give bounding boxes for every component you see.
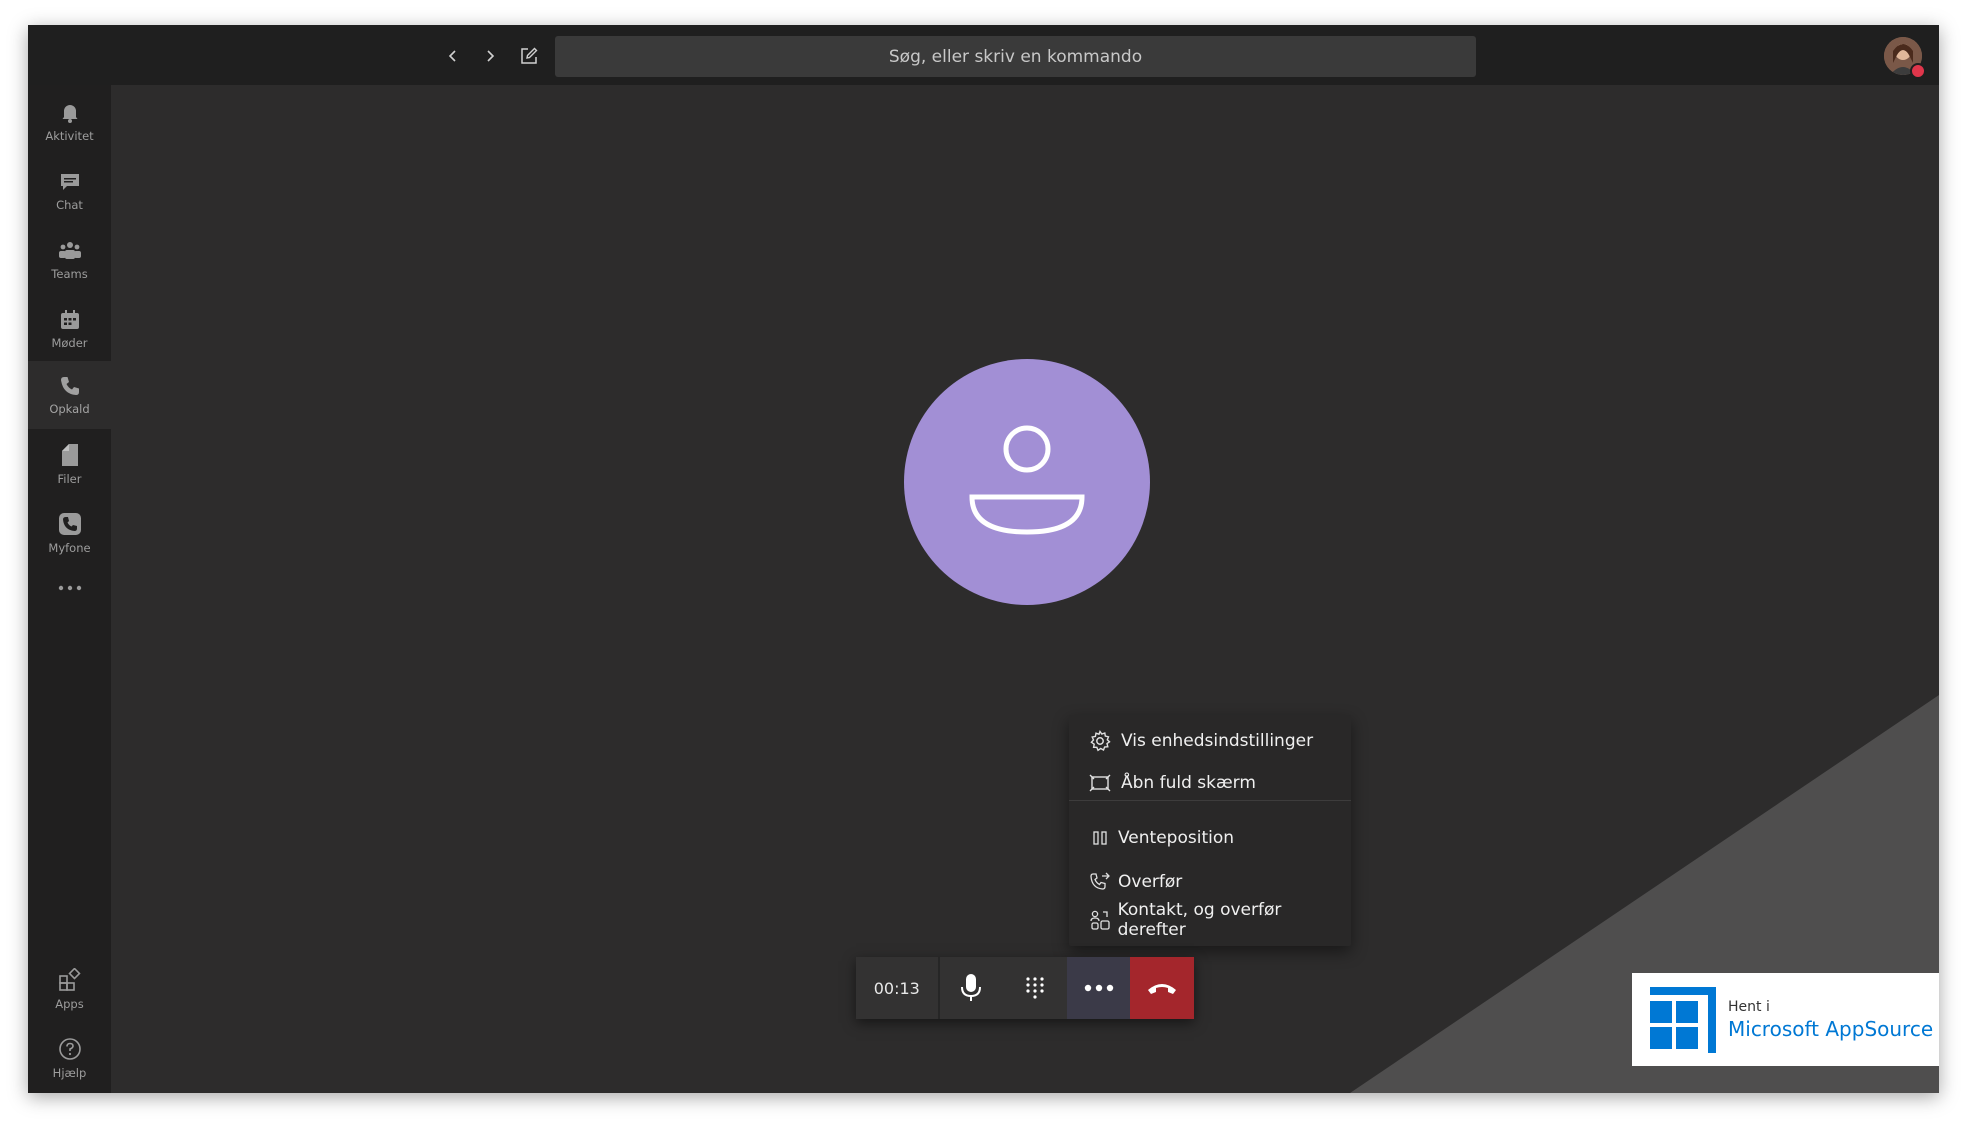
appsource-title: Microsoft AppSource xyxy=(1728,1016,1934,1041)
file-icon xyxy=(61,443,78,466)
transfer-icon xyxy=(1088,870,1112,894)
hang-up-icon xyxy=(1148,984,1177,994)
apps-icon xyxy=(58,967,81,991)
menu-item-device-settings[interactable]: Vis enhedsindstillinger xyxy=(1069,723,1351,759)
more-options-button[interactable] xyxy=(1066,957,1131,1019)
rail-label: Opkald xyxy=(49,401,90,416)
compose-icon xyxy=(521,47,538,64)
chevron-right-icon xyxy=(487,50,495,62)
gear-icon xyxy=(1088,729,1112,753)
rail-label: Filer xyxy=(57,471,82,486)
phone-icon xyxy=(60,376,79,395)
rail-label: Apps xyxy=(55,996,84,1011)
rail-item-filer[interactable]: Filer xyxy=(28,430,111,498)
chat-icon xyxy=(60,173,79,190)
menu-item-label: Venteposition xyxy=(1118,828,1235,848)
more-apps-button[interactable] xyxy=(28,568,111,608)
rail-label: Hjælp xyxy=(52,1065,87,1080)
back-button[interactable] xyxy=(438,41,468,71)
rail-item-help[interactable]: Hjælp xyxy=(28,1024,111,1092)
teams-window: Aktivitet Chat Teams Møder Opkald Filer … xyxy=(28,25,1939,1093)
menu-item-transfer[interactable]: Overfør xyxy=(1069,864,1351,900)
myfone-icon xyxy=(58,512,81,535)
menu-divider xyxy=(1069,800,1351,801)
ellipsis-icon xyxy=(58,585,81,591)
rail-label: Aktivitet xyxy=(45,128,94,143)
rail-item-opkald[interactable]: Opkald xyxy=(28,361,111,429)
rail-label: Møder xyxy=(51,335,88,350)
menu-item-label: Overfør xyxy=(1118,872,1183,892)
chevron-left-icon xyxy=(448,50,456,62)
call-more-menu: Vis enhedsindstillinger Åbn fuld skærm V… xyxy=(1069,715,1351,946)
consult-transfer-icon xyxy=(1088,908,1112,932)
mute-button[interactable] xyxy=(940,957,1004,1019)
hang-up-button[interactable] xyxy=(1130,957,1195,1019)
rail-label: Myfone xyxy=(48,540,91,555)
appsource-text: Hent i Microsoft AppSource xyxy=(1728,999,1933,1041)
rail-item-apps[interactable]: Apps xyxy=(28,955,111,1023)
dialpad-button[interactable] xyxy=(1003,957,1067,1019)
search-input[interactable] xyxy=(555,36,1476,77)
rail-item-chat[interactable]: Chat xyxy=(28,157,111,225)
rail-item-teams[interactable]: Teams xyxy=(28,226,111,294)
appsource-badge[interactable]: Hent i Microsoft AppSource xyxy=(1632,973,1939,1066)
rail-label: Chat xyxy=(56,197,83,212)
calendar-icon xyxy=(60,309,79,329)
bell-icon xyxy=(62,104,77,123)
menu-item-fullscreen[interactable]: Åbn fuld skærm xyxy=(1069,765,1351,801)
rail-item-moder[interactable]: Møder xyxy=(28,295,111,363)
menu-item-label: Åbn fuld skærm xyxy=(1121,773,1256,793)
dialpad-icon xyxy=(1026,977,1044,999)
menu-item-hold[interactable]: Venteposition xyxy=(1069,820,1351,856)
appsource-logo-icon xyxy=(1650,986,1716,1053)
help-icon xyxy=(58,1037,81,1060)
app-rail: Aktivitet Chat Teams Møder Opkald Filer … xyxy=(28,85,111,1093)
menu-item-label: Vis enhedsindstillinger xyxy=(1121,731,1314,751)
call-controls: 00:13 xyxy=(856,957,1195,1019)
person-icon xyxy=(969,425,1085,535)
presence-badge xyxy=(1910,63,1926,79)
rail-label: Teams xyxy=(51,266,88,281)
top-bar xyxy=(28,25,1939,85)
caller-avatar xyxy=(904,359,1150,605)
menu-item-label: Kontakt, og overfør derefter xyxy=(1117,900,1282,940)
rail-item-aktivitet[interactable]: Aktivitet xyxy=(28,88,111,156)
fullscreen-icon xyxy=(1088,771,1112,795)
rail-item-myfone[interactable]: Myfone xyxy=(28,499,111,567)
ellipsis-icon xyxy=(1084,984,1113,992)
pause-icon xyxy=(1088,826,1112,850)
appsource-caption: Hent i xyxy=(1728,998,1770,1015)
call-timer: 00:13 xyxy=(856,957,940,1019)
forward-button[interactable] xyxy=(475,41,505,71)
microphone-icon xyxy=(961,974,982,1001)
menu-item-consult-transfer[interactable]: Kontakt, og overfør derefter xyxy=(1069,900,1351,940)
teams-icon xyxy=(58,241,81,259)
compose-button[interactable] xyxy=(514,41,544,71)
